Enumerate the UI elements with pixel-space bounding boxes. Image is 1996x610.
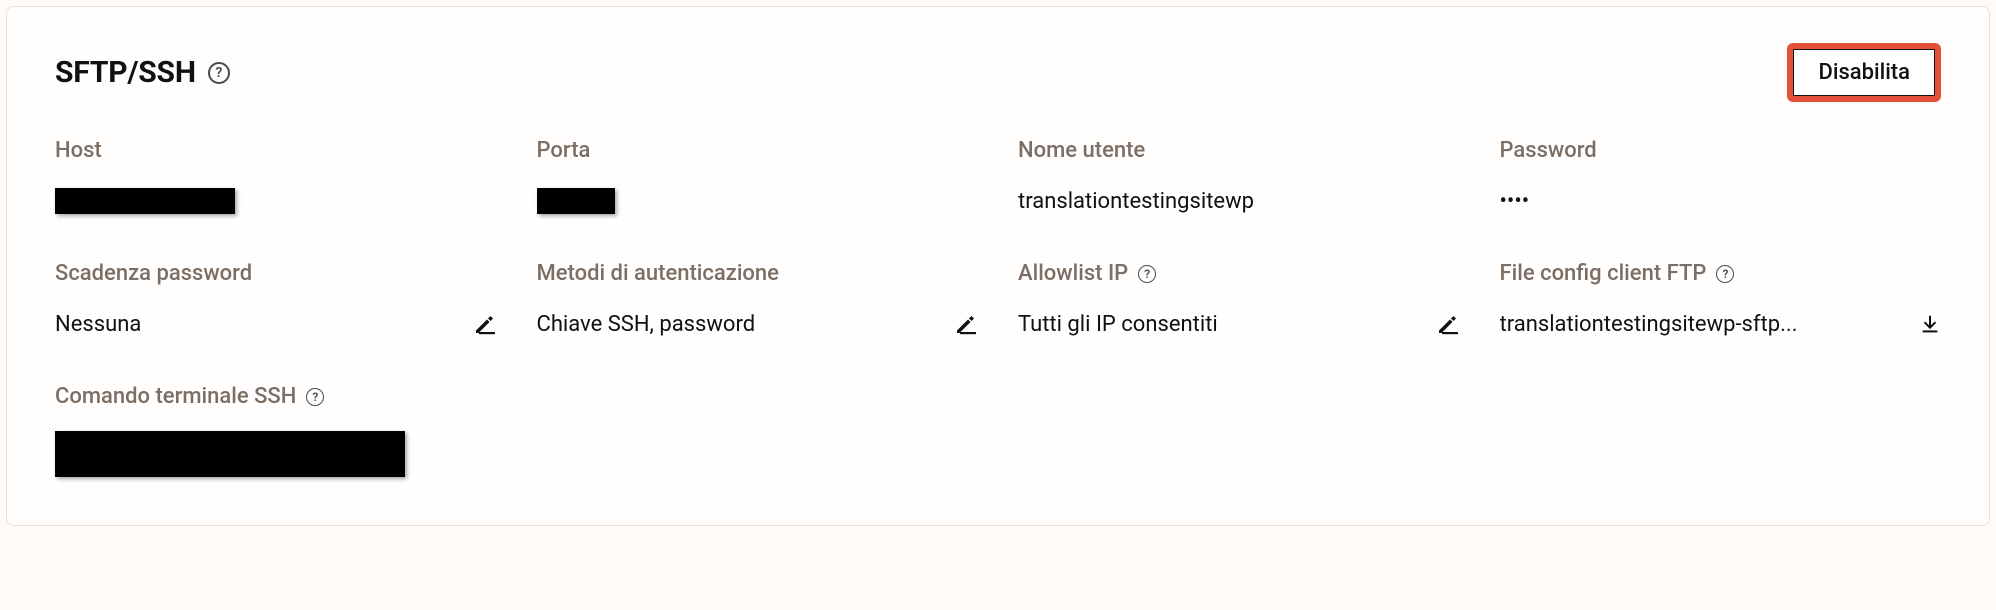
field-username-value-row: translationtestingsitewp <box>1018 185 1460 217</box>
field-username: Nome utente translationtestingsitewp <box>1018 138 1460 217</box>
field-ssh-cmd-label: Comando terminale SSH ? <box>55 384 485 409</box>
field-port-label: Porta <box>537 138 979 163</box>
row3: Comando terminale SSH ? <box>55 384 1941 477</box>
field-password-value-row: •••• <box>1500 185 1942 217</box>
field-ftp-config-label: File config client FTP ? <box>1500 261 1942 286</box>
field-pw-expiry-value-row: Nessuna <box>55 308 497 340</box>
field-host-label: Host <box>55 138 497 163</box>
ftp-config-value: translationtestingsitewp-sftp... <box>1500 312 1798 337</box>
field-username-label: Nome utente <box>1018 138 1460 163</box>
help-icon[interactable]: ? <box>306 388 324 406</box>
help-icon[interactable]: ? <box>1716 265 1734 283</box>
field-port: Porta <box>537 138 979 217</box>
title-wrap: SFTP/SSH ? <box>55 55 230 90</box>
field-password-label: Password <box>1500 138 1942 163</box>
field-password: Password •••• <box>1500 138 1942 217</box>
ip-allowlist-value: Tutti gli IP consentiti <box>1018 312 1218 337</box>
field-host: Host <box>55 138 497 217</box>
ftp-config-label-text: File config client FTP <box>1500 261 1707 286</box>
field-ssh-cmd: Comando terminale SSH ? <box>55 384 485 477</box>
port-redacted-value <box>537 188 615 214</box>
ip-allowlist-label-text: Allowlist IP <box>1018 261 1128 286</box>
auth-methods-value: Chiave SSH, password <box>537 312 756 337</box>
field-ssh-cmd-value-row <box>55 431 485 477</box>
download-icon[interactable] <box>1919 313 1941 335</box>
edit-icon[interactable] <box>954 312 978 336</box>
username-value: translationtestingsitewp <box>1018 189 1254 214</box>
disable-button-highlight: Disabilita <box>1787 43 1941 102</box>
help-icon[interactable]: ? <box>1138 265 1156 283</box>
ssh-cmd-redacted-value <box>55 431 405 477</box>
field-port-value-row <box>537 185 979 217</box>
field-ip-allowlist: Allowlist IP ? Tutti gli IP consentiti <box>1018 261 1460 340</box>
disable-button[interactable]: Disabilita <box>1793 49 1935 96</box>
field-ftp-config-value-row: translationtestingsitewp-sftp... <box>1500 308 1942 340</box>
fields-grid: Host Porta Nome utente translationtestin… <box>55 138 1941 340</box>
host-redacted-value <box>55 188 235 214</box>
field-auth-methods-label: Metodi di autenticazione <box>537 261 979 286</box>
edit-icon[interactable] <box>1436 312 1460 336</box>
sftp-ssh-card: SFTP/SSH ? Disabilita Host Porta Nome ut… <box>6 6 1990 526</box>
help-icon[interactable]: ? <box>208 62 230 84</box>
field-pw-expiry-label: Scadenza password <box>55 261 497 286</box>
password-value: •••• <box>1500 189 1530 214</box>
card-title: SFTP/SSH <box>55 55 196 90</box>
card-header: SFTP/SSH ? Disabilita <box>55 43 1941 102</box>
field-pw-expiry: Scadenza password Nessuna <box>55 261 497 340</box>
ssh-cmd-label-text: Comando terminale SSH <box>55 384 296 409</box>
pw-expiry-value: Nessuna <box>55 312 141 337</box>
field-ftp-config: File config client FTP ? translationtest… <box>1500 261 1942 340</box>
field-ip-allowlist-value-row: Tutti gli IP consentiti <box>1018 308 1460 340</box>
field-auth-methods-value-row: Chiave SSH, password <box>537 308 979 340</box>
field-ip-allowlist-label: Allowlist IP ? <box>1018 261 1460 286</box>
edit-icon[interactable] <box>473 312 497 336</box>
field-host-value-row <box>55 185 497 217</box>
field-auth-methods: Metodi di autenticazione Chiave SSH, pas… <box>537 261 979 340</box>
